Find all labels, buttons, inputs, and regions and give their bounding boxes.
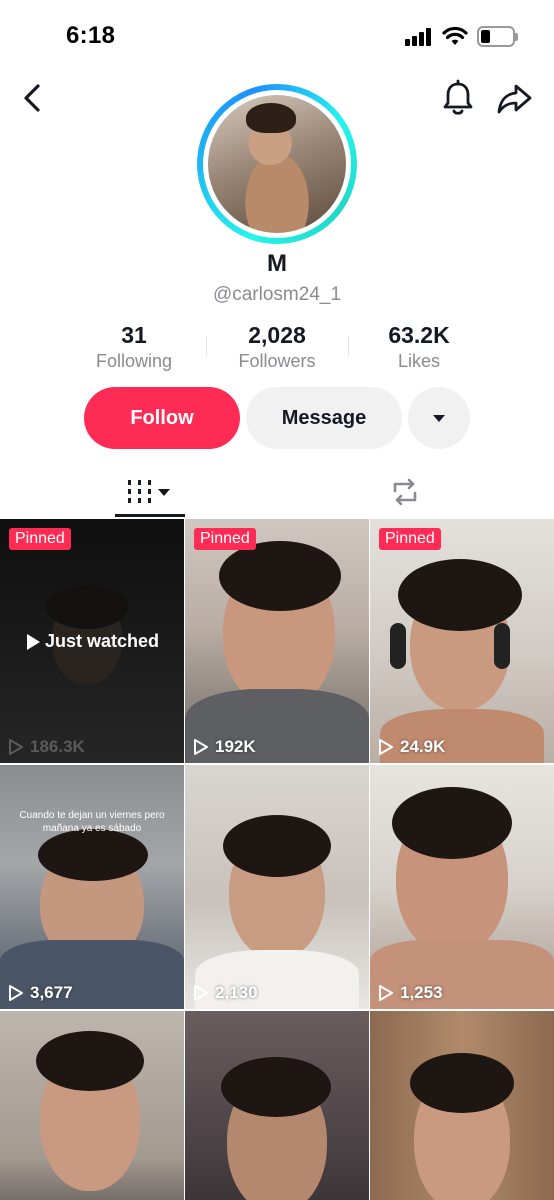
status-bar: 6:18 xyxy=(0,0,554,74)
tab-reposts[interactable] xyxy=(370,466,440,518)
signal-icon xyxy=(405,28,435,46)
play-outline-icon xyxy=(194,739,208,755)
follow-button[interactable]: Follow xyxy=(84,387,240,449)
view-count: 24.9K xyxy=(378,737,445,757)
status-time: 6:18 xyxy=(66,22,116,49)
tab-underline xyxy=(115,514,185,517)
play-outline-icon xyxy=(379,985,393,1001)
pinned-badge: Pinned xyxy=(9,528,71,550)
back-icon[interactable] xyxy=(18,80,48,116)
video-tile[interactable] xyxy=(0,1011,184,1200)
video-tile[interactable]: Cuando te dejan un viernes pero mañana y… xyxy=(0,765,184,1009)
view-count-text: 3,677 xyxy=(30,983,73,1002)
view-count-text: 186.3K xyxy=(30,737,85,756)
likes-label: Likes xyxy=(397,351,441,371)
play-outline-icon xyxy=(9,985,23,1001)
view-count: 192K xyxy=(193,737,256,757)
video-tile[interactable]: Pinned 24.9K xyxy=(370,519,554,763)
username: @carlosm24_1 xyxy=(212,284,342,305)
video-tile[interactable] xyxy=(370,1011,554,1200)
play-outline-icon xyxy=(379,739,393,755)
share-icon[interactable] xyxy=(494,78,534,118)
video-tile[interactable]: 2,130 xyxy=(185,765,369,1009)
view-count: 3,677 xyxy=(8,983,73,1003)
stat-followers[interactable]: 2,028 Followers xyxy=(207,322,347,372)
view-count-text: 2,130 xyxy=(215,983,258,1002)
battery-icon xyxy=(477,26,518,47)
avatar[interactable] xyxy=(197,84,357,244)
suggested-accounts-button[interactable] xyxy=(408,387,470,449)
just-watched-label: Just watched xyxy=(0,631,184,652)
stat-likes[interactable]: 63.2K Likes xyxy=(349,322,489,372)
play-outline-icon xyxy=(194,985,208,1001)
video-caption: Cuando te dejan un viernes pero mañana y… xyxy=(19,810,165,834)
message-button[interactable]: Message xyxy=(246,387,402,449)
followers-count: 2,028 xyxy=(248,322,306,348)
play-icon xyxy=(26,633,40,650)
following-count: 31 xyxy=(121,322,147,348)
video-tile[interactable] xyxy=(185,1011,369,1200)
avatar-photo xyxy=(208,95,346,233)
view-count: 1,253 xyxy=(378,983,443,1003)
view-count-text: 192K xyxy=(215,737,256,756)
pinned-badge: Pinned xyxy=(379,528,441,550)
bell-icon[interactable] xyxy=(440,78,476,118)
view-count: 2,130 xyxy=(193,983,258,1003)
just-watched-text: Just watched xyxy=(44,631,160,651)
video-tile[interactable]: Pinned Just watched 186.3K xyxy=(0,519,184,763)
followers-label: Followers xyxy=(238,351,316,371)
display-name: M xyxy=(267,250,287,277)
chevron-down-icon xyxy=(433,414,445,422)
view-count-text: 1,253 xyxy=(400,983,443,1002)
pinned-badge: Pinned xyxy=(194,528,256,550)
view-count-text: 24.9K xyxy=(400,737,446,756)
likes-count: 63.2K xyxy=(388,322,450,348)
grid-list-icon xyxy=(128,480,170,503)
tab-videos[interactable] xyxy=(115,466,185,518)
stat-following[interactable]: 31 Following xyxy=(64,322,204,372)
repost-icon xyxy=(393,478,417,506)
wifi-icon xyxy=(442,26,468,45)
following-label: Following xyxy=(95,351,173,371)
video-tile[interactable]: Pinned 192K xyxy=(185,519,369,763)
video-tile[interactable]: 1,253 xyxy=(370,765,554,1009)
view-count: 186.3K xyxy=(8,737,85,757)
play-outline-icon xyxy=(9,739,23,755)
video-grid: Pinned Just watched 186.3K Pinned 192K P… xyxy=(0,519,554,1200)
